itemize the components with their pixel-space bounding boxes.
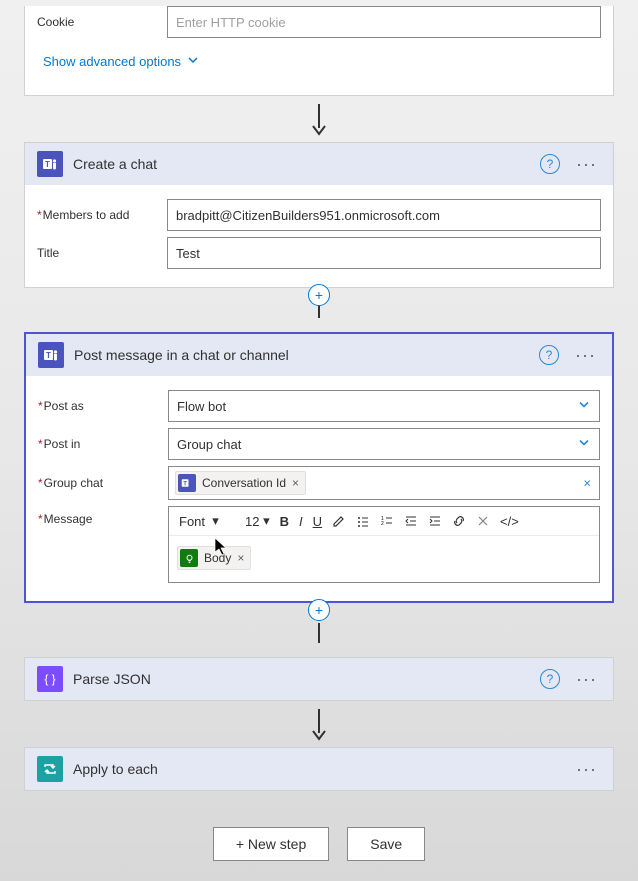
cursor-icon (215, 538, 229, 559)
loop-icon (37, 756, 63, 782)
numbered-list-button[interactable]: 12 (376, 512, 398, 530)
post-as-value: Flow bot (177, 399, 226, 414)
code-view-button[interactable]: </> (496, 512, 523, 531)
message-label: *Message (38, 506, 168, 526)
svg-text:T: T (45, 160, 50, 169)
chat-title-label: Title (37, 246, 167, 260)
parse-json-title: Parse JSON (73, 671, 540, 687)
clear-format-button[interactable] (472, 512, 494, 530)
highlight-button[interactable] (328, 512, 350, 530)
cookie-input[interactable]: Enter HTTP cookie (167, 6, 601, 38)
apply-each-card: Apply to each ··· (24, 747, 614, 791)
svg-text:2: 2 (381, 521, 384, 527)
group-chat-input[interactable]: T Conversation Id × × (168, 466, 600, 500)
post-in-row: *Post in Group chat (38, 428, 600, 460)
chat-title-row: Title Test (37, 237, 601, 269)
token-label: Conversation Id (202, 476, 286, 490)
post-as-label: *Post as (38, 399, 168, 413)
members-input[interactable]: bradpitt@CitizenBuilders951.onmicrosoft.… (167, 199, 601, 231)
cookie-row: Cookie Enter HTTP cookie (37, 6, 601, 38)
post-in-value: Group chat (177, 437, 241, 452)
font-select[interactable]: Font ▾ (175, 511, 239, 531)
svg-text:T: T (183, 481, 187, 487)
message-editor[interactable]: Font ▾ 12 ▾ B I U 12 </> (168, 506, 600, 583)
connector-arrow (24, 701, 614, 747)
connector-arrow (24, 96, 614, 142)
svg-text:{ }: { } (44, 672, 55, 686)
italic-button[interactable]: I (295, 512, 307, 531)
link-button[interactable] (448, 512, 470, 530)
parse-json-header[interactable]: { } Parse JSON ? ··· (25, 658, 613, 700)
group-chat-label: *Group chat (38, 476, 168, 490)
show-advanced-label: Show advanced options (43, 54, 181, 69)
underline-button[interactable]: U (309, 512, 326, 531)
new-step-button[interactable]: + New step (213, 827, 329, 861)
apply-each-header[interactable]: Apply to each ··· (25, 748, 613, 790)
post-as-row: *Post as Flow bot (38, 390, 600, 422)
remove-token-icon[interactable]: × (292, 476, 299, 490)
conversation-id-token[interactable]: T Conversation Id × (175, 471, 306, 495)
post-in-label: *Post in (38, 437, 168, 451)
create-chat-header[interactable]: T Create a chat ? ··· (25, 143, 613, 185)
teams-icon: T (37, 151, 63, 177)
chevron-down-icon (577, 398, 591, 415)
clear-icon[interactable]: × (583, 476, 591, 491)
cookie-label: Cookie (37, 15, 167, 29)
group-chat-row: *Group chat T Conversation Id × × (38, 466, 600, 500)
add-step-button[interactable]: + (308, 284, 330, 306)
outdent-button[interactable] (400, 512, 422, 530)
members-row: *Members to add bradpitt@CitizenBuilders… (37, 199, 601, 231)
more-icon[interactable]: ··· (572, 759, 601, 780)
rte-body[interactable]: Body × (169, 536, 599, 582)
add-step-button[interactable]: + (308, 599, 330, 621)
chat-title-input[interactable]: Test (167, 237, 601, 269)
http-step-card: Cookie Enter HTTP cookie Show advanced o… (24, 6, 614, 96)
more-icon[interactable]: ··· (571, 345, 600, 366)
create-chat-title: Create a chat (73, 156, 540, 172)
bold-button[interactable]: B (276, 512, 293, 531)
bullet-list-button[interactable] (352, 512, 374, 530)
create-chat-card: T Create a chat ? ··· *Members to add br… (24, 142, 614, 288)
connector-arrow (24, 302, 614, 332)
members-label: *Members to add (37, 208, 167, 222)
show-advanced-link[interactable]: Show advanced options (37, 44, 205, 83)
font-size-select[interactable]: 12 ▾ (241, 511, 274, 531)
rte-toolbar: Font ▾ 12 ▾ B I U 12 </> (169, 507, 599, 536)
apply-each-title: Apply to each (73, 761, 572, 777)
post-as-select[interactable]: Flow bot (168, 390, 600, 422)
indent-button[interactable] (424, 512, 446, 530)
save-button[interactable]: Save (347, 827, 425, 861)
teams-icon: T (178, 474, 196, 492)
help-icon[interactable]: ? (540, 154, 560, 174)
message-row: *Message Font ▾ 12 ▾ B I U 12 (38, 506, 600, 583)
post-in-select[interactable]: Group chat (168, 428, 600, 460)
post-message-title: Post message in a chat or channel (74, 347, 539, 363)
post-message-header[interactable]: T Post message in a chat or channel ? ··… (26, 334, 612, 376)
connector-arrow (24, 617, 614, 657)
more-icon[interactable]: ··· (572, 669, 601, 690)
chevron-down-icon (577, 436, 591, 453)
teams-icon: T (38, 342, 64, 368)
svg-text:T: T (46, 351, 51, 360)
remove-token-icon[interactable]: × (237, 551, 244, 565)
more-icon[interactable]: ··· (572, 154, 601, 175)
chevron-down-icon (187, 54, 199, 69)
help-icon[interactable]: ? (540, 669, 560, 689)
help-icon[interactable]: ? (539, 345, 559, 365)
parse-json-card: { } Parse JSON ? ··· (24, 657, 614, 701)
post-message-card: T Post message in a chat or channel ? ··… (24, 332, 614, 603)
braces-icon: { } (37, 666, 63, 692)
lightbulb-icon (180, 549, 198, 567)
